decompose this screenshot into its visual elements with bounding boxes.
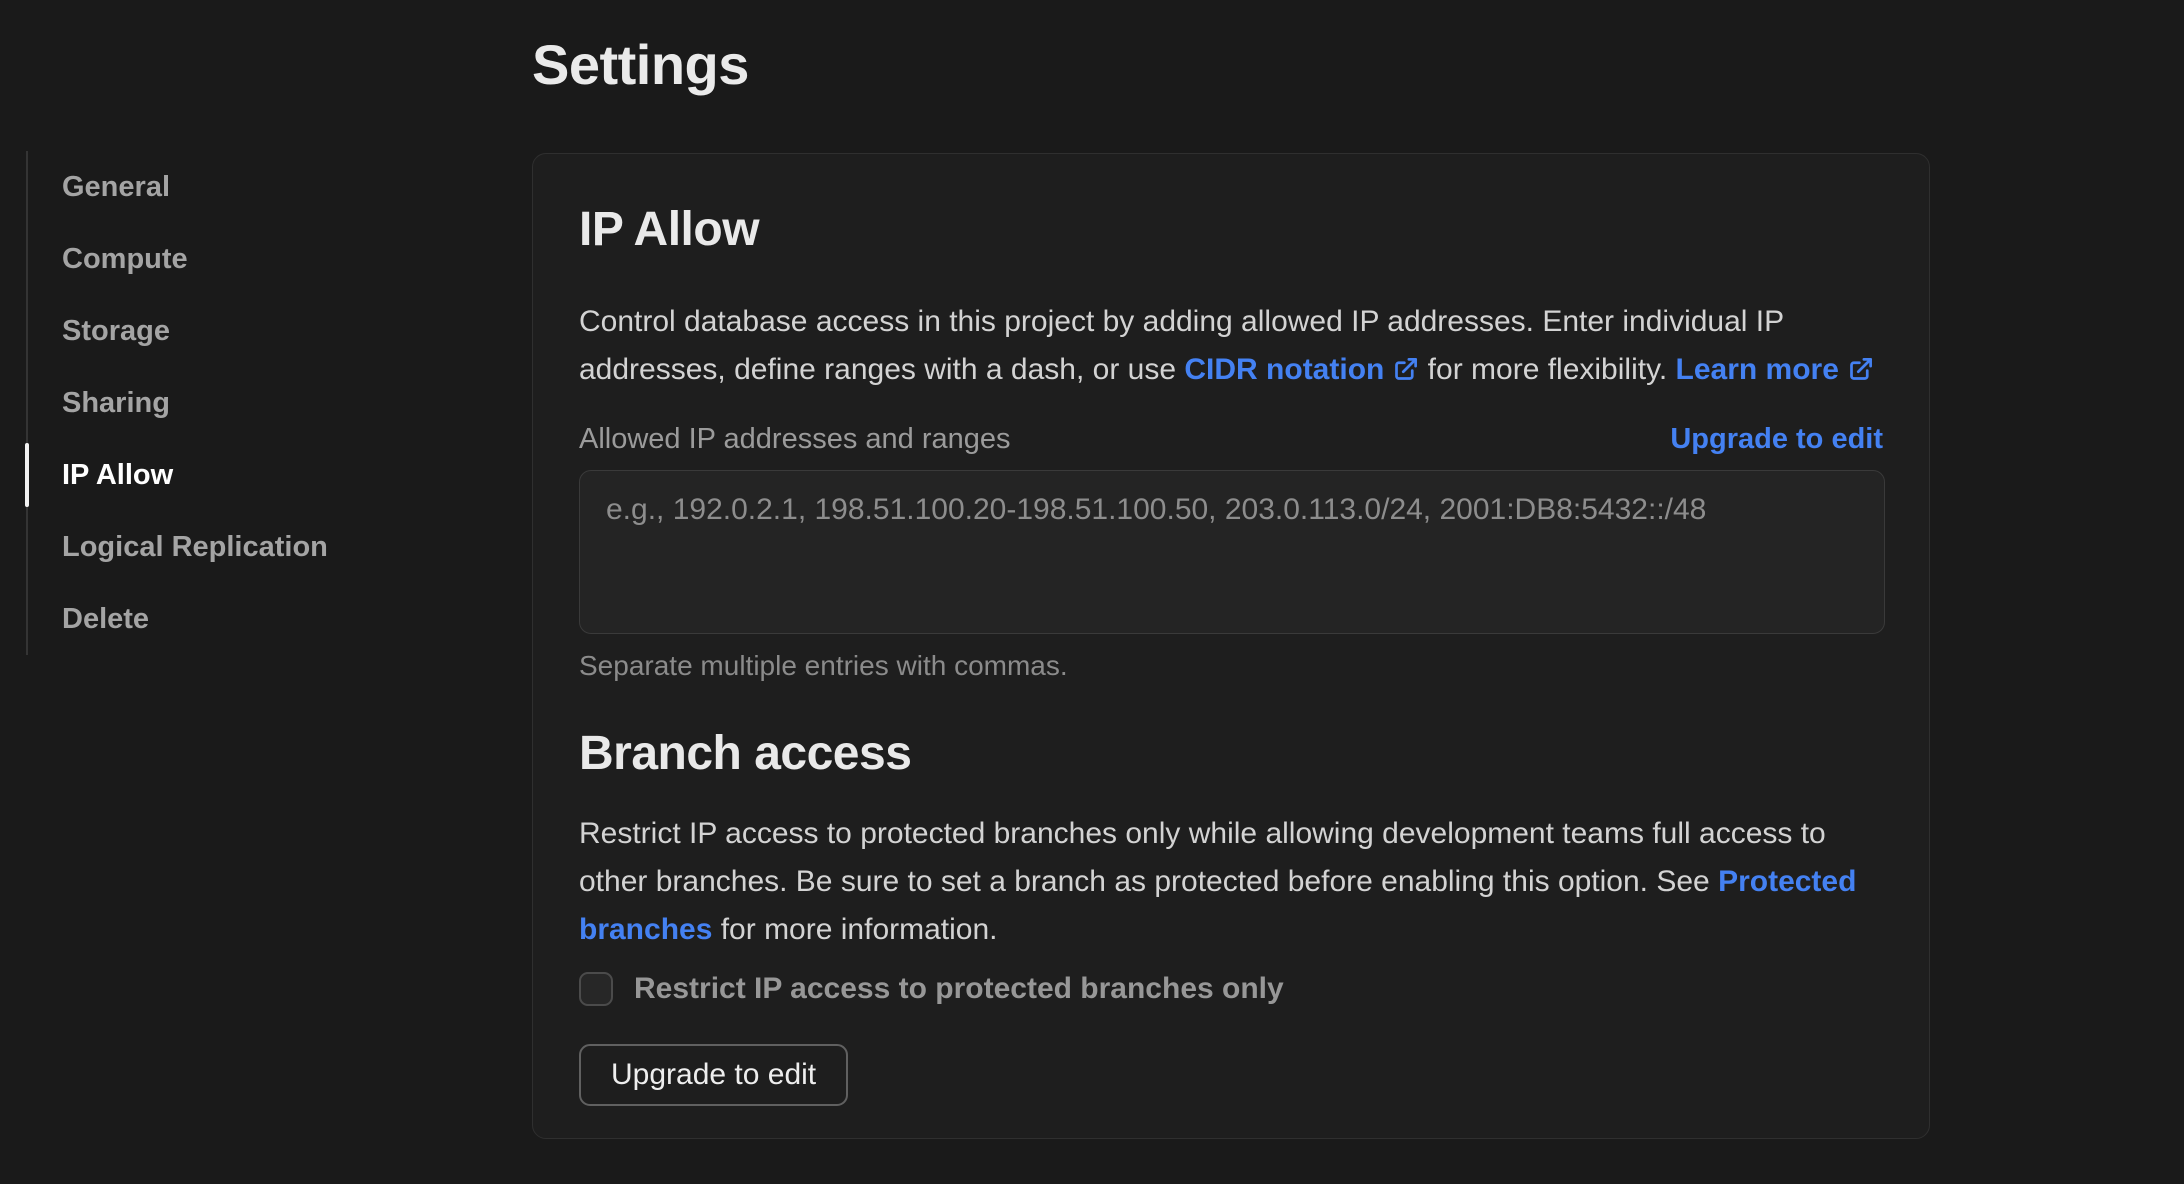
branch-access-heading: Branch access <box>579 727 912 780</box>
textarea-helper-text: Separate multiple entries with commas. <box>579 650 1068 681</box>
sidebar-nav-list: General Compute Storage Sharing IP Allow… <box>25 151 446 655</box>
cidr-notation-link[interactable]: CIDR notation <box>1184 353 1419 386</box>
allowed-ip-textarea[interactable] <box>579 470 1885 634</box>
branch-access-section: Branch access Restrict IP access to prot… <box>579 726 1883 1106</box>
restrict-ip-checkbox[interactable] <box>579 972 613 1006</box>
sidebar-item-delete[interactable]: Delete <box>28 583 446 655</box>
learn-more-link[interactable]: Learn more <box>1676 353 1874 386</box>
sidebar-item-ip-allow[interactable]: IP Allow <box>25 439 446 511</box>
page-title: Settings <box>532 33 749 96</box>
branch-access-description: Restrict IP access to protected branches… <box>579 810 1883 954</box>
restrict-ip-checkbox-row[interactable]: Restrict IP access to protected branches… <box>579 972 1883 1006</box>
sidebar-item-storage[interactable]: Storage <box>28 295 446 367</box>
branch-access-description-text-1: Restrict IP access to protected branches… <box>579 817 1826 898</box>
external-link-icon <box>1850 358 1872 380</box>
sidebar-item-general[interactable]: General <box>28 151 446 223</box>
ip-allow-section: IP Allow Control database access in this… <box>579 202 1885 682</box>
upgrade-to-edit-button[interactable]: Upgrade to edit <box>579 1044 849 1106</box>
settings-card: IP Allow Control database access in this… <box>532 153 1930 1139</box>
sidebar-item-compute[interactable]: Compute <box>28 223 446 295</box>
ip-allow-description: Control database access in this project … <box>579 298 1883 394</box>
upgrade-to-edit-link[interactable]: Upgrade to edit <box>1670 423 1883 456</box>
restrict-ip-checkbox-label: Restrict IP access to protected branches… <box>634 972 1284 1005</box>
settings-page: Settings General Compute Storage Sharing… <box>0 0 2184 1184</box>
sidebar-item-sharing[interactable]: Sharing <box>28 367 446 439</box>
allowed-ip-field-label: Allowed IP addresses and ranges <box>579 422 1011 455</box>
allowed-ip-field-row: Allowed IP addresses and ranges Upgrade … <box>579 422 1883 456</box>
branch-access-description-text-2: for more information. <box>712 913 998 946</box>
sidebar-item-logical-replication[interactable]: Logical Replication <box>28 511 446 583</box>
external-link-icon <box>1395 358 1418 380</box>
settings-sidebar: General Compute Storage Sharing IP Allow… <box>25 151 446 655</box>
ip-allow-heading: IP Allow <box>579 203 760 256</box>
ip-allow-description-text-2: for more flexibility. <box>1419 353 1676 386</box>
